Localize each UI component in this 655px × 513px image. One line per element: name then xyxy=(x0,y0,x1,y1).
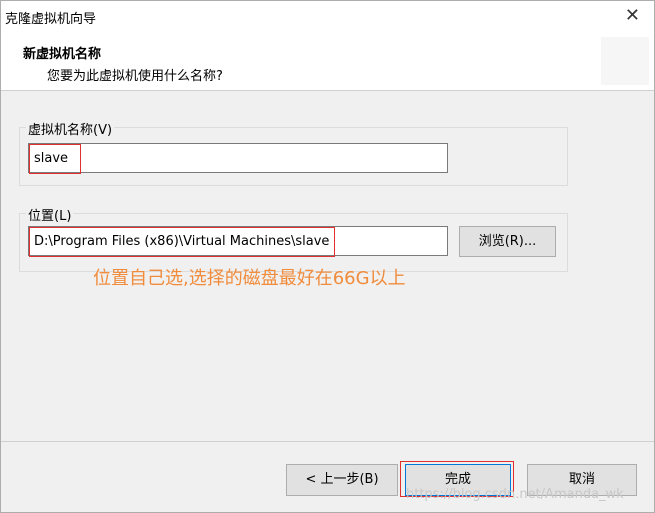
location-label: 位置(L) xyxy=(26,205,74,224)
page-subheading: 您要为此虚拟机使用什么名称? xyxy=(47,69,223,84)
wizard-icon xyxy=(601,37,649,85)
footer-divider xyxy=(1,441,654,442)
close-icon[interactable]: ✕ xyxy=(625,6,640,26)
watermark: https://blog.csdn.net/Amanda_wk xyxy=(406,487,624,502)
annotation-note: 位置自己选,选择的磁盘最好在66G以上 xyxy=(93,268,406,289)
location-value: D:\Program Files (x86)\Virtual Machines\… xyxy=(29,227,335,257)
vm-name-value: slave xyxy=(29,144,81,174)
location-input[interactable]: D:\Program Files (x86)\Virtual Machines\… xyxy=(28,226,448,257)
wizard-header: 新虚拟机名称 您要为此虚拟机使用什么名称? xyxy=(1,33,654,91)
clone-vm-wizard-dialog: 克隆虚拟机向导 ✕ 新虚拟机名称 您要为此虚拟机使用什么名称? 虚拟机名称(V)… xyxy=(0,0,655,513)
back-button[interactable]: < 上一步(B) xyxy=(286,464,398,496)
page-heading: 新虚拟机名称 xyxy=(23,47,102,62)
title-bar: 克隆虚拟机向导 ✕ xyxy=(1,1,654,33)
vm-name-label: 虚拟机名称(V) xyxy=(26,119,115,138)
browse-button[interactable]: 浏览(R)... xyxy=(459,226,556,257)
window-title: 克隆虚拟机向导 xyxy=(5,12,97,27)
vm-name-input[interactable]: slave xyxy=(28,143,448,174)
